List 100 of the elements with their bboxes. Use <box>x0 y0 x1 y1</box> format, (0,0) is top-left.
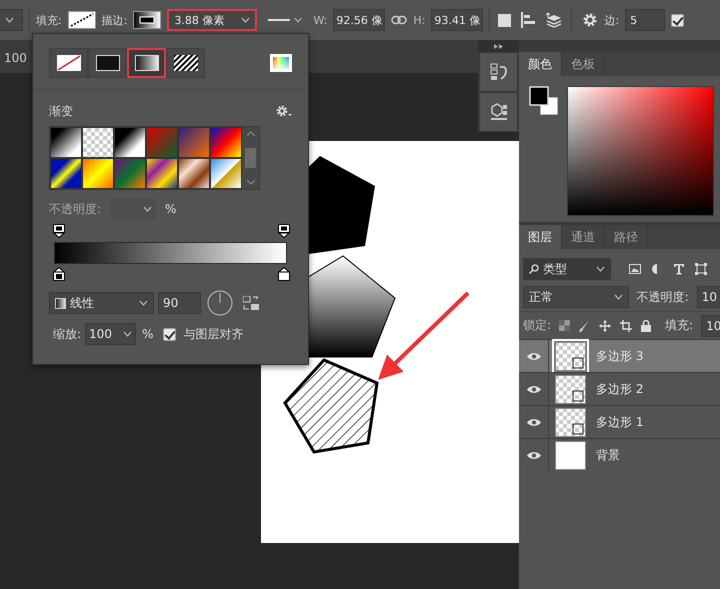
layer-row[interactable]: 多边形 3 <box>519 339 720 372</box>
no-fill-icon <box>56 55 80 71</box>
color-stop-icon[interactable] <box>53 267 65 281</box>
history-panel-button[interactable] <box>480 53 517 91</box>
visibility-eye-icon[interactable] <box>526 450 540 460</box>
gradient-swatch[interactable] <box>146 158 178 189</box>
scroll-up-icon[interactable] <box>246 131 254 136</box>
shape-filter-icon[interactable] <box>695 263 707 275</box>
fill-type-button[interactable] <box>166 48 205 78</box>
checkbox[interactable] <box>671 14 684 26</box>
layer-filter-dropdown[interactable]: 类型 <box>523 258 611 280</box>
angle-field[interactable]: 90 <box>158 292 201 314</box>
linear-gradient-icon <box>55 298 66 308</box>
gradient-swatch[interactable] <box>178 127 210 158</box>
move-icon[interactable] <box>599 320 612 332</box>
layer-row[interactable]: 背景 <box>519 438 720 471</box>
adjustment-filter-icon[interactable] <box>651 263 663 275</box>
stroke-label: 描边: <box>102 12 128 28</box>
panel-tab[interactable]: 路径 <box>605 225 648 249</box>
settings-icon[interactable] <box>276 105 292 117</box>
image-filter-icon[interactable] <box>629 264 641 274</box>
gradient-swatch[interactable] <box>178 158 210 189</box>
foreground-background-swatch-icon[interactable] <box>529 86 559 116</box>
gradient-bar[interactable] <box>54 242 287 264</box>
opacity-stop-icon[interactable] <box>278 224 290 238</box>
layer-row[interactable]: 多边形 2 <box>519 372 720 405</box>
blend-mode-dropdown[interactable]: 正常 <box>523 286 629 308</box>
layer-row[interactable]: 多边形 1 <box>519 405 720 438</box>
caret-icon <box>139 300 148 306</box>
pattern-fill-icon <box>174 55 198 71</box>
reverse-gradient-icon[interactable] <box>243 296 260 310</box>
fill-label: 填充: <box>36 12 62 28</box>
zoom-level: 100 <box>4 51 27 65</box>
scale-label: 缩放: <box>53 326 82 342</box>
properties-panel-button[interactable] <box>480 93 517 131</box>
angle-dial-icon[interactable] <box>207 290 233 316</box>
history-icon <box>490 63 508 81</box>
sides-field[interactable]: 5 <box>625 9 666 31</box>
path-operations-icon[interactable] <box>498 14 512 26</box>
gradient-swatch[interactable] <box>210 158 242 189</box>
visibility-eye-icon[interactable] <box>526 384 540 394</box>
fill-type-button[interactable] <box>88 48 127 78</box>
color-stop-icon[interactable] <box>278 267 290 281</box>
lock-transparent-pixels-icon[interactable] <box>559 320 570 331</box>
gradient-swatch[interactable] <box>82 127 114 158</box>
caret-icon <box>123 331 132 337</box>
layer-name: 背景 <box>596 446 620 464</box>
fill-type-button[interactable] <box>49 48 88 78</box>
opacity-unit: % <box>165 202 176 216</box>
color-spectrum-field[interactable] <box>567 86 714 216</box>
caret-icon <box>143 206 152 212</box>
arrange-layers-icon[interactable] <box>545 12 564 28</box>
gradient-swatch[interactable] <box>114 158 146 189</box>
fill-swatch-icon[interactable] <box>68 11 96 29</box>
caret-icon <box>596 266 605 272</box>
panel-tab[interactable]: 图层 <box>519 225 562 249</box>
opacity-stop-icon[interactable] <box>53 224 65 238</box>
align-icon[interactable] <box>521 12 536 28</box>
lock-icon[interactable] <box>641 320 652 332</box>
crop-icon[interactable] <box>620 320 632 332</box>
link-icon[interactable] <box>391 15 408 25</box>
gradient-swatch[interactable] <box>82 158 114 189</box>
checkbox[interactable] <box>163 328 176 340</box>
settings-icon[interactable] <box>582 12 598 28</box>
scroll-down-icon[interactable] <box>246 180 254 185</box>
height-field[interactable]: 93.41 像 <box>431 9 484 31</box>
gradient-swatch[interactable] <box>50 127 82 158</box>
panel-tab[interactable]: 色板 <box>562 52 605 76</box>
type-filter-icon[interactable] <box>673 263 685 275</box>
gradient-swatch[interactable] <box>114 127 146 158</box>
solid-fill-icon <box>96 55 120 71</box>
panel-tab[interactable]: 颜色 <box>519 52 562 76</box>
fill-type-button[interactable] <box>127 48 166 78</box>
solid-line-icon <box>268 18 290 22</box>
scrollbar[interactable] <box>242 127 259 189</box>
width-field[interactable]: 92.56 像 <box>333 9 386 31</box>
caret-icon <box>294 17 302 23</box>
cube-icon <box>490 103 508 121</box>
brush-icon[interactable] <box>579 320 590 332</box>
gradient-style-dropdown[interactable]: 线性 <box>49 292 154 314</box>
stroke-width-dropdown[interactable]: 3.88 像素 <box>167 9 258 31</box>
opacity-label: 不透明度: <box>49 200 102 218</box>
scale-dropdown[interactable]: 100 <box>85 323 136 345</box>
gradient-swatch[interactable] <box>50 158 82 189</box>
opacity-field[interactable]: 10 <box>696 286 720 308</box>
gradient-swatch[interactable] <box>210 127 242 158</box>
align-with-layer-label: 与图层对齐 <box>183 326 244 342</box>
stroke-swatch-icon[interactable] <box>133 11 162 29</box>
visibility-eye-icon[interactable] <box>526 352 540 360</box>
color-picker-icon[interactable] <box>270 54 292 72</box>
panel-tab[interactable]: 通道 <box>562 225 605 249</box>
visibility-eye-icon[interactable] <box>526 418 540 426</box>
caret-icon <box>5 17 14 23</box>
layer-thumbnail <box>555 408 586 436</box>
gradient-swatch[interactable] <box>146 127 178 158</box>
tool-preset-dropdown[interactable] <box>0 9 23 31</box>
fill-label: 填充: <box>665 317 694 334</box>
lock-label: 锁定: <box>523 317 552 334</box>
section-title: 渐变 <box>49 102 73 120</box>
layer-thumbnail <box>555 342 586 370</box>
